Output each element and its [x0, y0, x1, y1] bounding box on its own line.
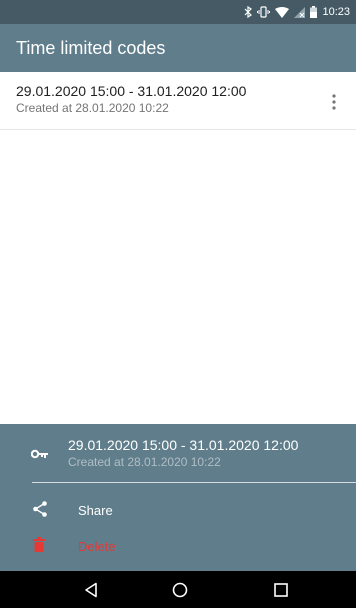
navigation-bar	[0, 571, 356, 608]
home-icon[interactable]	[170, 580, 190, 600]
code-range: 29.01.2020 15:00 - 31.01.2020 12:00	[16, 83, 247, 99]
codes-list: 29.01.2020 15:00 - 31.01.2020 12:00 Crea…	[0, 72, 356, 130]
vibrate-icon	[257, 6, 271, 18]
status-time: 10:23	[322, 6, 350, 18]
status-bar: 10:23	[0, 0, 356, 24]
more-vert-icon[interactable]	[326, 92, 342, 112]
wifi-icon	[275, 6, 290, 18]
share-icon	[33, 501, 47, 522]
screen: 10:23 Time limited codes 29.01.2020 15:0…	[0, 0, 356, 608]
share-button[interactable]: Share	[0, 492, 356, 528]
divider	[32, 482, 356, 483]
delete-button[interactable]: Delete	[0, 528, 356, 564]
app-bar: Time limited codes	[0, 24, 356, 72]
recents-icon[interactable]	[271, 580, 291, 600]
back-icon[interactable]	[81, 580, 101, 600]
share-label: Share	[78, 502, 113, 518]
sheet-code-created: Created at 28.01.2020 10:22	[68, 455, 221, 469]
battery-icon	[310, 6, 318, 18]
sheet-code-range: 29.01.2020 15:00 - 31.01.2020 12:00	[68, 437, 299, 453]
bottom-sheet: 29.01.2020 15:00 - 31.01.2020 12:00 Crea…	[0, 424, 356, 571]
list-item[interactable]: 29.01.2020 15:00 - 31.01.2020 12:00 Crea…	[0, 72, 356, 130]
no-sim-icon	[294, 6, 306, 18]
sheet-header: 29.01.2020 15:00 - 31.01.2020 12:00 Crea…	[0, 424, 356, 482]
bluetooth-icon	[244, 6, 253, 18]
delete-label: Delete	[78, 538, 116, 554]
page-title: Time limited codes	[16, 37, 166, 58]
code-created: Created at 28.01.2020 10:22	[16, 101, 169, 115]
key-icon	[30, 446, 49, 464]
trash-icon	[33, 537, 45, 557]
